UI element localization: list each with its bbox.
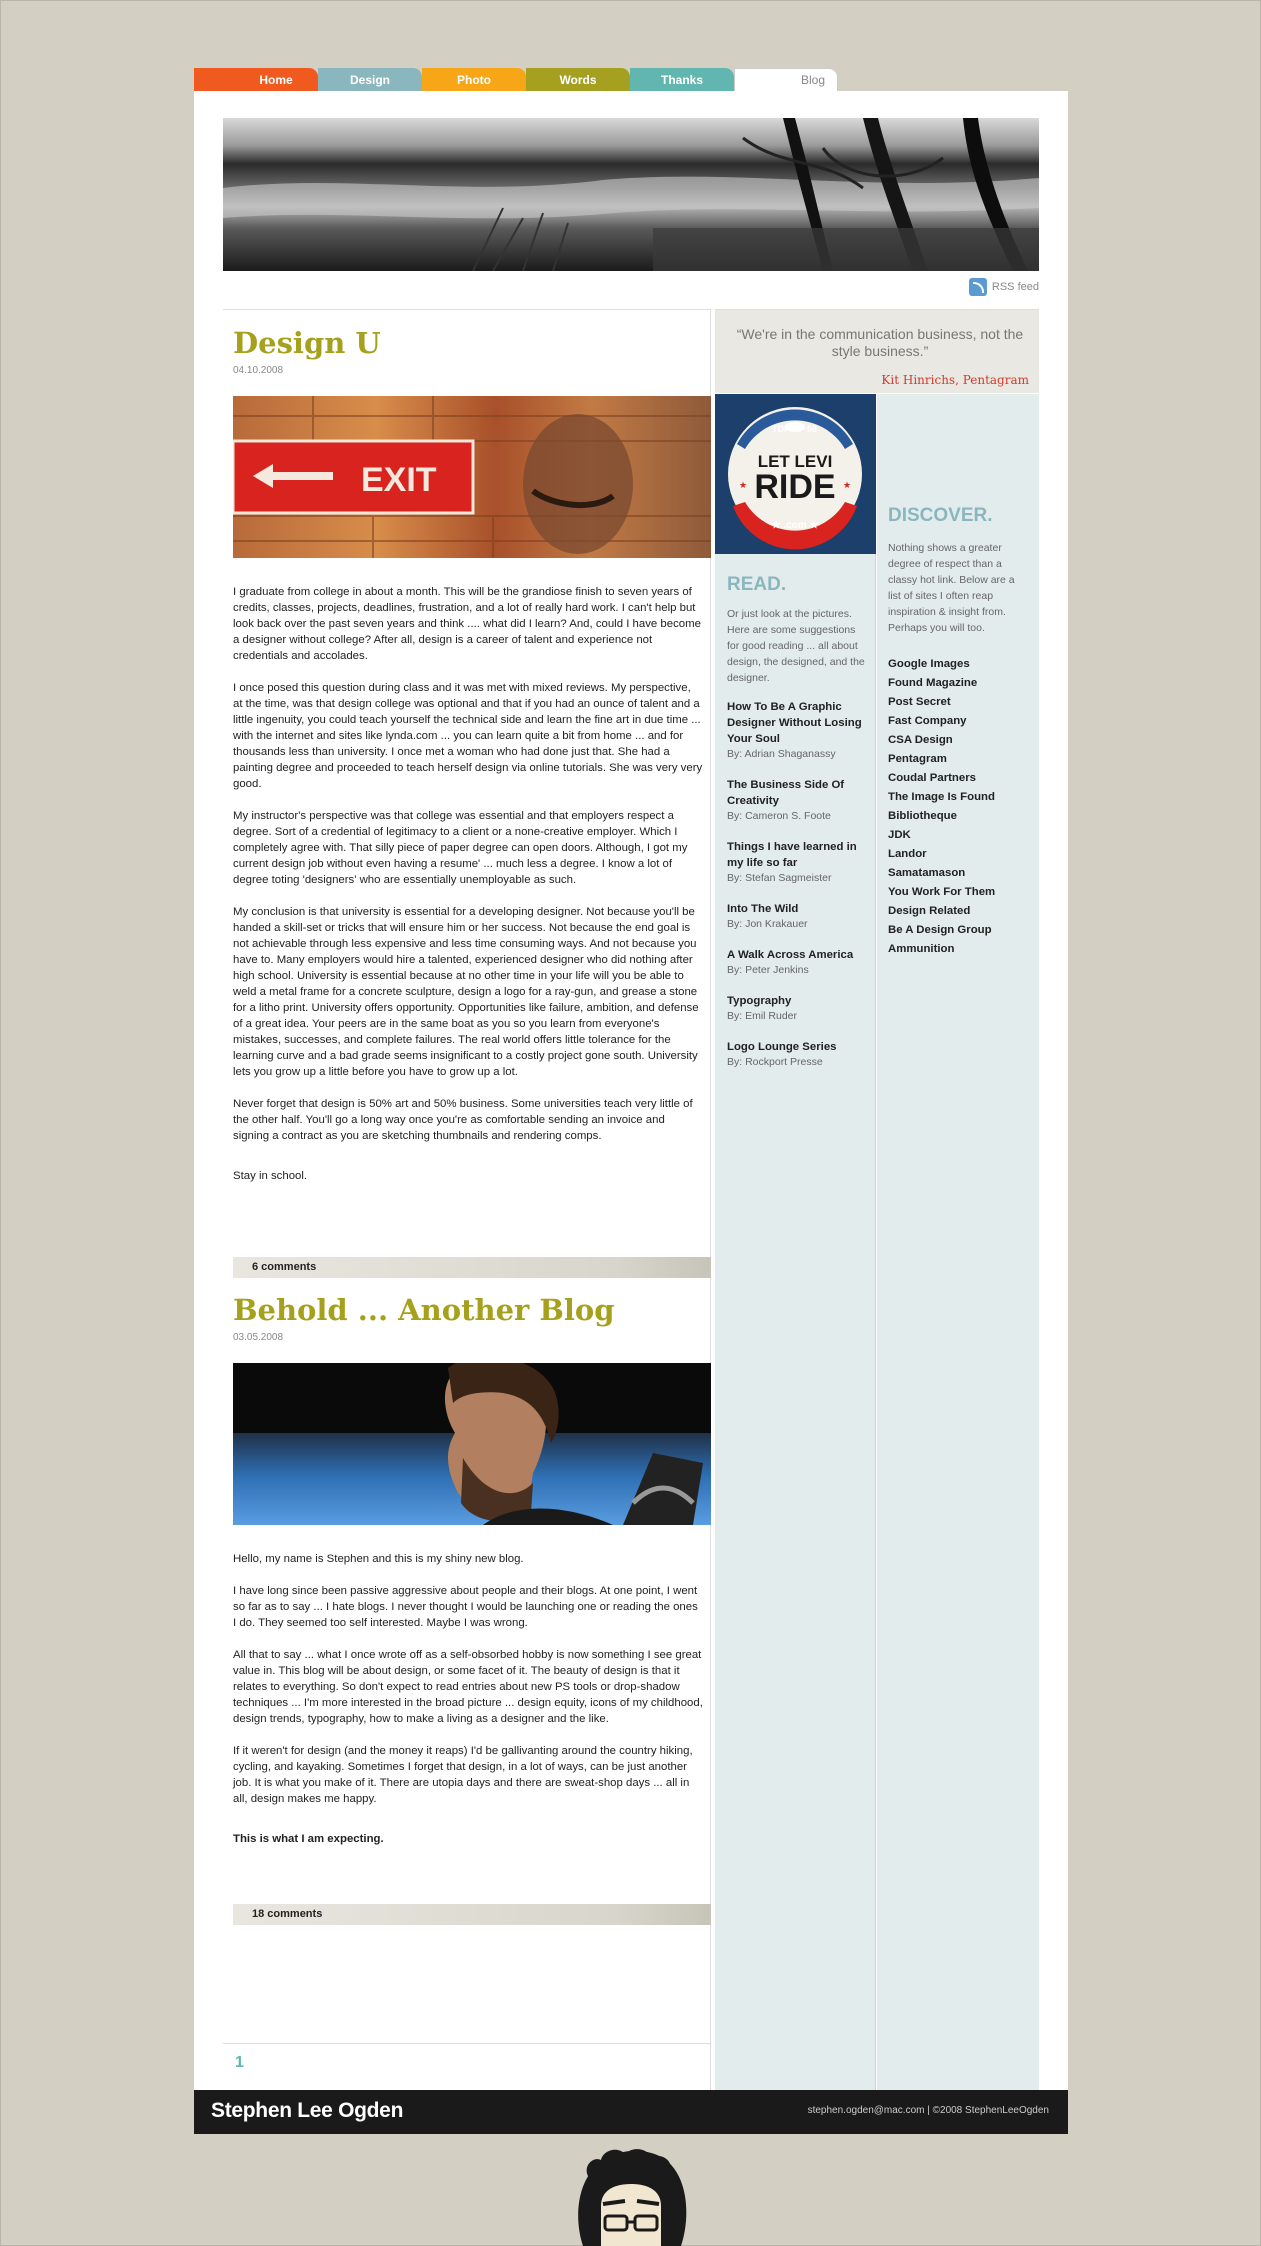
post-paragraph: This is what I am expecting. — [233, 1833, 384, 1845]
tab-words[interactable]: Words — [526, 68, 630, 91]
tab-home[interactable]: Home — [194, 68, 318, 91]
read-item-author: By: Jon Krakauer — [727, 918, 808, 930]
discover-link[interactable]: Found Magazine — [888, 674, 1033, 693]
post-body: I graduate from college in about a month… — [233, 584, 703, 1200]
discover-link[interactable]: Fast Company — [888, 712, 1033, 731]
page-container: RSS feed Design U 04.10.2008 EXIT I grad… — [194, 91, 1068, 2090]
post-paragraph: My instructor's perspective was that col… — [233, 810, 688, 886]
read-heading: READ. — [727, 574, 787, 595]
post-body: Hello, my name is Stephen and this is my… — [233, 1551, 703, 1863]
main-nav: Home Design Photo Words Thanks Blog — [194, 68, 838, 91]
read-item-author: By: Emil Ruder — [727, 1010, 798, 1022]
discover-link[interactable]: Ammunition — [888, 940, 1033, 959]
post-paragraph: I have long since been passive aggressiv… — [233, 1585, 698, 1629]
read-item-title[interactable]: A Walk Across America — [727, 947, 872, 963]
post-paragraph: I once posed this question during class … — [233, 682, 703, 790]
let-levi-ride-badge[interactable]: TDF 08 LET LEVI RIDE ★ .com ★ ★ ★ — [715, 394, 876, 554]
discover-column: DISCOVER. Nothing shows a greater degree… — [877, 394, 1039, 2090]
post-paragraph: Hello, my name is Stephen and this is my… — [233, 1553, 524, 1565]
post-date: 03.05.2008 — [233, 1332, 284, 1343]
discover-link[interactable]: CSA Design — [888, 731, 1033, 750]
read-item-author: By: Stefan Sagmeister — [727, 872, 832, 884]
read-item-title[interactable]: Typography — [727, 993, 872, 1009]
read-item[interactable]: Typography By: Emil Ruder — [727, 993, 872, 1023]
quote-text: “We're in the communication business, no… — [736, 326, 1024, 359]
post-paragraph: If it weren't for design (and the money … — [233, 1745, 693, 1805]
tab-blog[interactable]: Blog — [734, 68, 838, 91]
quote-author: Kit Hinrichs, Pentagram — [881, 373, 1029, 387]
discover-link[interactable]: You Work For Them — [888, 883, 1033, 902]
read-intro: Or just look at the pictures. Here are s… — [727, 608, 865, 684]
discover-link[interactable]: Design Related — [888, 902, 1033, 921]
comments-link[interactable]: 6 comments — [233, 1257, 711, 1278]
rss-feed-link[interactable]: RSS feed — [968, 278, 1039, 296]
pagination: 1 — [223, 2043, 711, 2072]
exit-sign-photo: EXIT — [233, 396, 711, 558]
quote-box: “We're in the communication business, no… — [715, 309, 1039, 393]
tab-photo[interactable]: Photo — [422, 68, 526, 91]
avatar — [563, 2146, 699, 2246]
discover-heading: DISCOVER. — [888, 505, 993, 526]
read-column: TDF 08 LET LEVI RIDE ★ .com ★ ★ ★ READ. … — [715, 394, 876, 2090]
discover-link[interactable]: Bibliotheque — [888, 807, 1033, 826]
rss-icon — [968, 278, 987, 296]
discover-link[interactable]: The Image Is Found — [888, 788, 1033, 807]
tab-design[interactable]: Design — [318, 68, 422, 91]
read-item-title[interactable]: Into The Wild — [727, 901, 872, 917]
discover-link[interactable]: Landor — [888, 845, 1033, 864]
read-item-author: By: Rockport Presse — [727, 1056, 823, 1068]
badge-year-text: 08 — [807, 424, 817, 434]
post-paragraph: Stay in school. — [233, 1170, 308, 1182]
read-item-author: By: Adrian Shaganassy — [727, 748, 836, 760]
discover-link[interactable]: Pentagram — [888, 750, 1033, 769]
badge-line3: ★ .com ★ — [772, 520, 819, 531]
read-item-title[interactable]: Logo Lounge Series — [727, 1039, 872, 1055]
discover-list: Google Images Found Magazine Post Secret… — [888, 655, 1033, 959]
discover-link[interactable]: Samatamason — [888, 864, 1033, 883]
badge-line2: RIDE — [754, 468, 835, 506]
page-number-link[interactable]: 1 — [235, 2054, 244, 2071]
read-item[interactable]: The Business Side Of Creativity By: Came… — [727, 777, 872, 823]
footer: Stephen Lee Ogden stephen.ogden@mac.com … — [194, 2090, 1068, 2134]
portrait-photo — [233, 1363, 711, 1525]
footer-site-name: Stephen Lee Ogden — [211, 2099, 404, 2122]
read-item-title[interactable]: How To Be A Graphic Designer Without Los… — [727, 699, 872, 747]
read-item[interactable]: A Walk Across America By: Peter Jenkins — [727, 947, 872, 977]
read-item-author: By: Cameron S. Foote — [727, 810, 831, 822]
read-item-title[interactable]: The Business Side Of Creativity — [727, 777, 872, 809]
footer-contact[interactable]: stephen.ogden@mac.com | ©2008 StephenLee… — [808, 2105, 1049, 2116]
post-paragraph: All that to say ... what I once wrote of… — [233, 1649, 703, 1725]
read-item-author: By: Peter Jenkins — [727, 964, 809, 976]
svg-text:★: ★ — [739, 480, 747, 490]
post-paragraph: Never forget that design is 50% art and … — [233, 1098, 693, 1142]
post-title[interactable]: Behold ... Another Blog — [233, 1293, 615, 1327]
discover-link[interactable]: Google Images — [888, 655, 1033, 674]
main-column: Design U 04.10.2008 EXIT I graduate from… — [223, 309, 711, 2090]
discover-link[interactable]: JDK — [888, 826, 1033, 845]
post-paragraph: My conclusion is that university is esse… — [233, 906, 699, 1078]
post-paragraph: I graduate from college in about a month… — [233, 586, 701, 662]
comments-link[interactable]: 18 comments — [233, 1904, 711, 1925]
discover-link[interactable]: Be A Design Group — [888, 921, 1033, 940]
read-item[interactable]: Logo Lounge Series By: Rockport Presse — [727, 1039, 872, 1069]
post-date: 04.10.2008 — [233, 365, 284, 376]
discover-link[interactable]: Post Secret — [888, 693, 1033, 712]
exit-sign-text: EXIT — [361, 461, 437, 499]
tab-thanks[interactable]: Thanks — [630, 68, 734, 91]
svg-text:★: ★ — [843, 480, 851, 490]
discover-link[interactable]: Coudal Partners — [888, 769, 1033, 788]
rss-label: RSS feed — [991, 281, 1039, 293]
read-item[interactable]: Into The Wild By: Jon Krakauer — [727, 901, 872, 931]
read-list: How To Be A Graphic Designer Without Los… — [727, 699, 872, 1085]
header-landscape-photo — [223, 118, 1039, 271]
post-title[interactable]: Design U — [233, 326, 381, 360]
discover-intro: Nothing shows a greater degree of respec… — [888, 542, 1015, 634]
read-item-title[interactable]: Things I have learned in my life so far — [727, 839, 872, 871]
read-item[interactable]: How To Be A Graphic Designer Without Los… — [727, 699, 872, 761]
read-item[interactable]: Things I have learned in my life so far … — [727, 839, 872, 885]
